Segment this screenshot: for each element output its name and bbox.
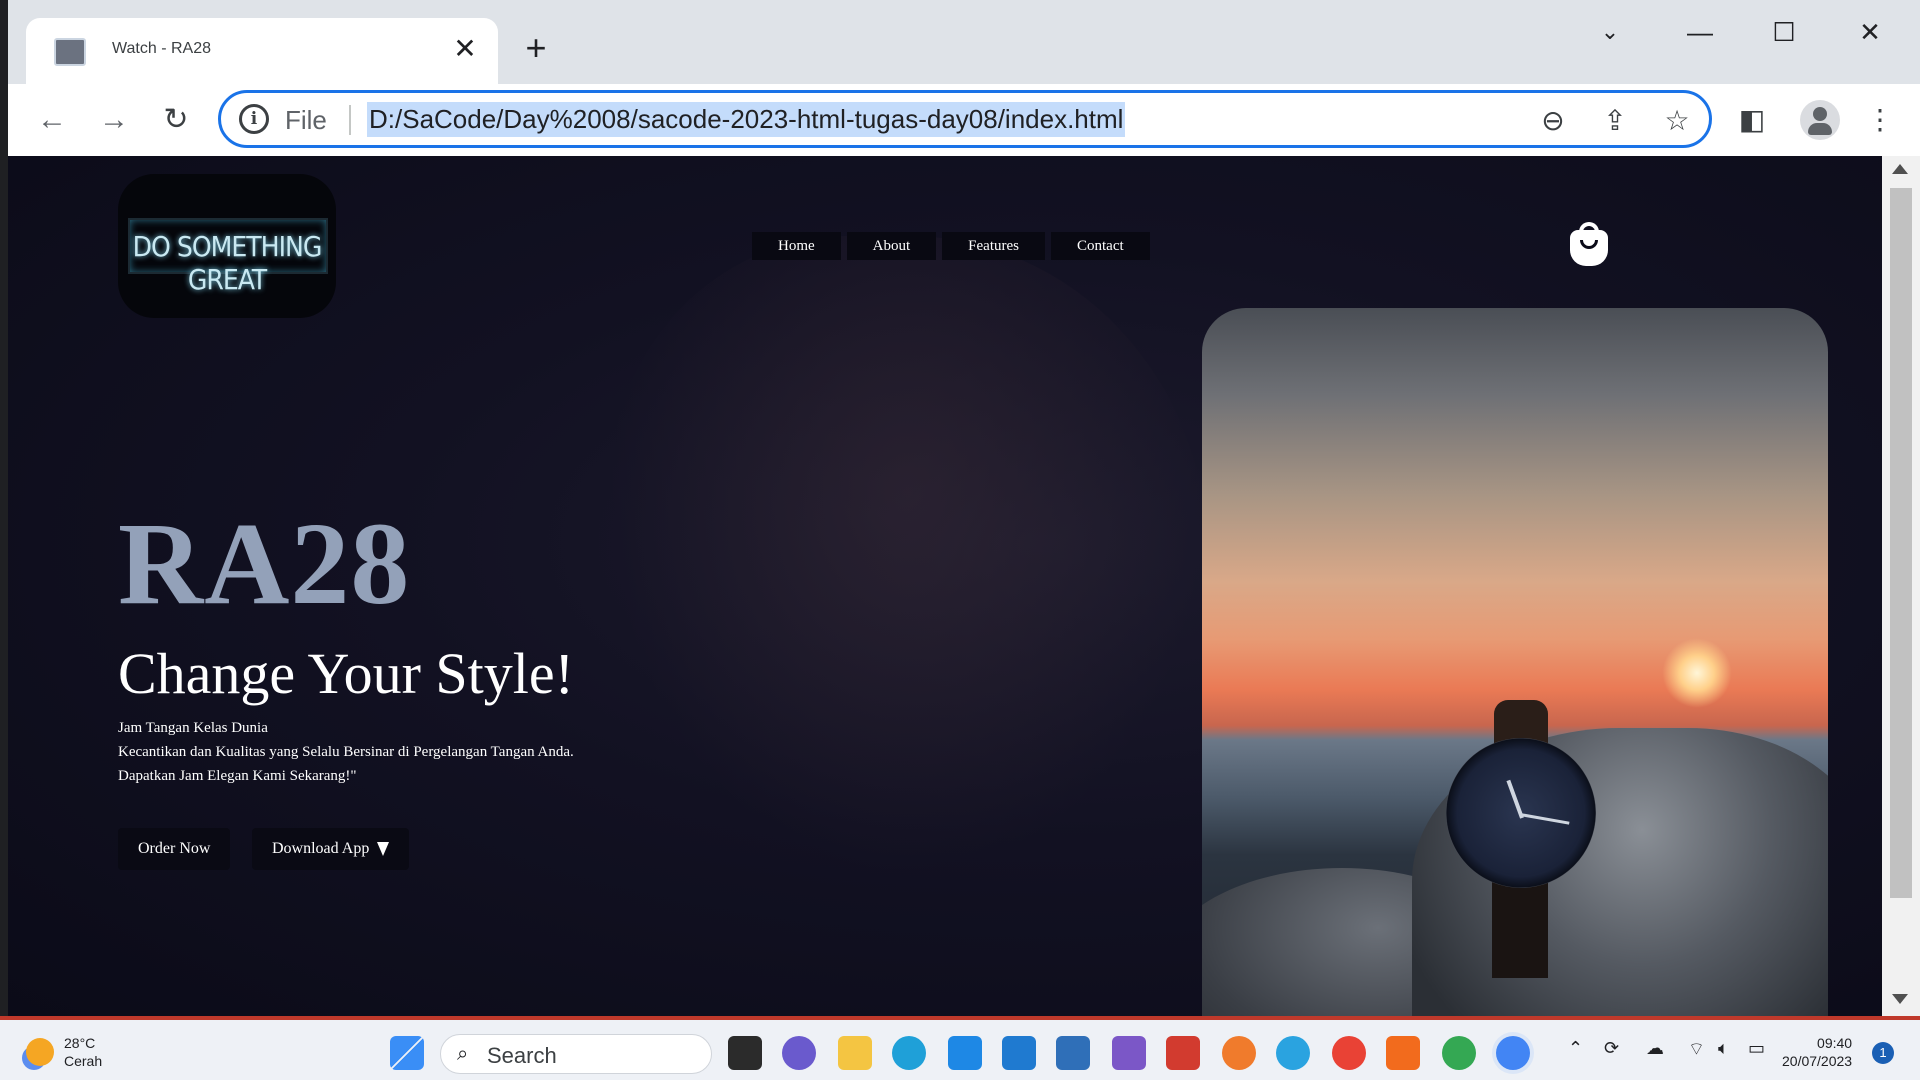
clock-time: 09:40 — [1817, 1035, 1853, 1051]
notification-badge[interactable]: 1 — [1872, 1042, 1894, 1064]
page-favicon-icon — [54, 38, 86, 66]
clock[interactable]: 09:40 20/07/2023 — [1782, 1034, 1852, 1070]
windows-start-icon[interactable] — [390, 1036, 424, 1070]
store-icon[interactable] — [1056, 1036, 1090, 1070]
sync-icon[interactable]: ⟳ — [1604, 1038, 1619, 1059]
logo-text: DO SOMETHING GREAT — [132, 230, 323, 296]
share-icon[interactable]: ⇪ — [1597, 103, 1633, 139]
search-icon: ⌕ — [457, 1043, 469, 1065]
url-text[interactable]: D:/SaCode/Day%2008/sacode-2023-html-tuga… — [367, 102, 1126, 137]
caret-down-icon — [377, 842, 390, 857]
page-viewport: DO SOMETHING GREAT Home About Features C… — [8, 156, 1882, 1016]
visual-studio-icon[interactable] — [1112, 1036, 1146, 1070]
download-app-button[interactable]: Download App — [252, 828, 410, 870]
bookmark-star-icon[interactable]: ☆ — [1659, 103, 1695, 139]
vscode-icon[interactable] — [1002, 1036, 1036, 1070]
description-line: Kecantikan dan Kualitas yang Selalu Bers… — [118, 744, 574, 760]
reload-icon[interactable]: ↻ — [154, 98, 198, 142]
edge-icon[interactable] — [892, 1036, 926, 1070]
teams-chat-icon[interactable] — [782, 1036, 816, 1070]
nav-about[interactable]: About — [846, 232, 937, 260]
telegram-icon[interactable] — [1276, 1036, 1310, 1070]
xampp-icon[interactable] — [1386, 1036, 1420, 1070]
volume-icon[interactable]: 🔈︎ — [1718, 1038, 1729, 1059]
tab-search-chevron-icon[interactable]: ⌄ — [1580, 10, 1640, 54]
weather-temp: 28°C — [64, 1035, 96, 1051]
main-nav: Home About Features Contact — [752, 232, 1150, 260]
url-separator — [349, 105, 351, 135]
browser-window: Watch - RA28 ✕ + ⌄ — ☐ ✕ ← → ↻ i File D:… — [8, 0, 1920, 1016]
hero-description: Jam Tangan Kelas Dunia Kecantikan dan Ku… — [118, 716, 574, 788]
nav-contact[interactable]: Contact — [1051, 232, 1150, 260]
search-label: Search — [487, 1043, 557, 1068]
task-view-icon[interactable] — [728, 1036, 762, 1070]
address-bar[interactable]: i File D:/SaCode/Day%2008/sacode-2023-ht… — [218, 90, 1712, 148]
site-info-icon[interactable]: i — [239, 104, 269, 134]
description-line: Dapatkan Jam Elegan Kami Sekarang!" — [118, 768, 357, 784]
zoom-icon[interactable]: ⊖ — [1535, 103, 1571, 139]
weather-widget[interactable]: 28°C Cerah — [26, 1034, 102, 1070]
weather-desc: Cerah — [64, 1053, 103, 1069]
file-explorer-icon[interactable] — [838, 1036, 872, 1070]
description-line: Jam Tangan Kelas Dunia — [118, 720, 268, 736]
site-logo[interactable]: DO SOMETHING GREAT — [118, 174, 336, 318]
battery-icon[interactable]: ▭ — [1748, 1038, 1765, 1059]
weather-sun-icon — [26, 1038, 54, 1066]
firefox-icon[interactable] — [1222, 1036, 1256, 1070]
hero-watch-photo — [1202, 308, 1828, 1016]
order-now-button[interactable]: Order Now — [118, 828, 231, 870]
app-l-icon[interactable] — [948, 1036, 982, 1070]
scroll-up-arrow-icon[interactable] — [1892, 164, 1908, 174]
download-app-label: Download App — [272, 840, 370, 857]
tab-title: Watch - RA28 — [112, 40, 211, 57]
back-arrow-icon[interactable]: ← — [30, 98, 74, 142]
tab-strip: Watch - RA28 ✕ + ⌄ — ☐ ✕ — [8, 0, 1920, 84]
shopping-bag-icon[interactable] — [1570, 222, 1610, 266]
nav-home[interactable]: Home — [752, 232, 841, 260]
background-image — [608, 236, 1208, 876]
hero-subtitle: Change Your Style! — [118, 641, 574, 706]
browser-toolbar: ← → ↻ i File D:/SaCode/Day%2008/sacode-2… — [8, 84, 1920, 156]
forward-arrow-icon[interactable]: → — [92, 98, 136, 142]
chrome-profile-icon[interactable] — [1442, 1036, 1476, 1070]
new-tab-button[interactable]: + — [516, 28, 556, 68]
side-panel-icon[interactable]: ◧ — [1732, 100, 1772, 140]
chrome-icon[interactable] — [1332, 1036, 1366, 1070]
tray-chevron-icon[interactable]: ⌃ — [1568, 1038, 1583, 1059]
nav-features[interactable]: Features — [942, 232, 1045, 260]
url-scheme-label: File — [285, 105, 327, 135]
minimize-button[interactable]: — — [1670, 10, 1730, 54]
order-now-label: Order Now — [138, 840, 211, 857]
close-tab-icon[interactable]: ✕ — [448, 32, 482, 66]
profile-avatar-icon[interactable] — [1800, 100, 1840, 140]
chrome-active-icon[interactable] — [1496, 1036, 1530, 1070]
vertical-scrollbar[interactable] — [1882, 156, 1920, 1016]
app-tp-icon[interactable] — [1166, 1036, 1200, 1070]
scroll-down-arrow-icon[interactable] — [1892, 994, 1908, 1004]
wifi-icon[interactable]: ⌔ — [1688, 1038, 1705, 1061]
taskbar: 28°C Cerah ⌕ Search ⌃ ⟳ ☁ ⌔ 🔈︎ ▭ 09:40 2… — [0, 1016, 1920, 1080]
clock-date: 20/07/2023 — [1782, 1053, 1853, 1069]
taskbar-search[interactable]: ⌕ Search — [440, 1034, 712, 1074]
hero-title: RA28 — [118, 498, 411, 629]
maximize-button[interactable]: ☐ — [1754, 10, 1814, 54]
scroll-thumb[interactable] — [1890, 188, 1912, 898]
tab-watch[interactable]: Watch - RA28 ✕ — [26, 18, 498, 84]
menu-kebab-icon[interactable]: ⋮ — [1860, 100, 1900, 140]
cloud-icon[interactable]: ☁ — [1646, 1038, 1664, 1059]
close-window-button[interactable]: ✕ — [1840, 10, 1900, 54]
